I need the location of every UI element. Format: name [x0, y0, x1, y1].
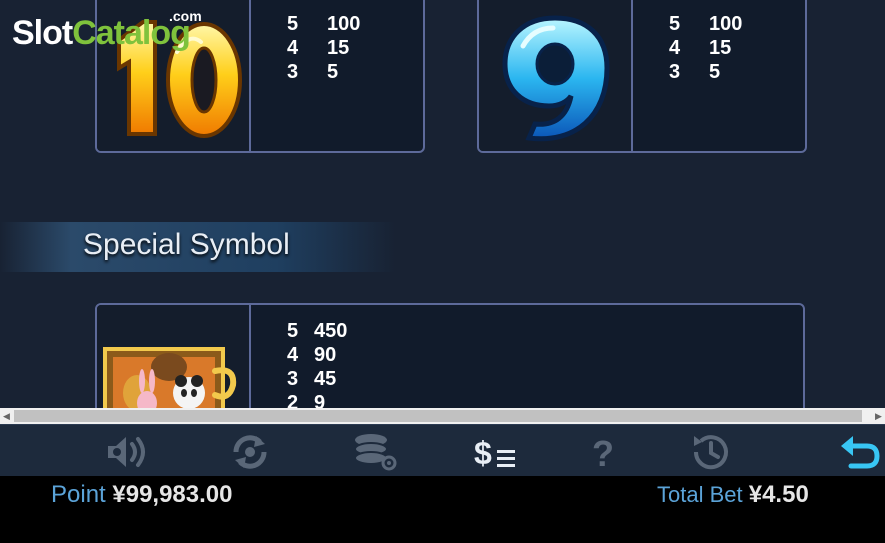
horizontal-scrollbar[interactable]: ◀ ▶ — [0, 408, 885, 424]
point-value: ¥99,983.00 — [112, 481, 233, 508]
back-button[interactable] — [834, 431, 884, 473]
symbol-nine-image — [502, 15, 610, 142]
symbol-special-cell — [97, 305, 251, 408]
special-symbol-heading: Special Symbol — [83, 228, 290, 261]
pay-row: 4 15 — [669, 36, 742, 60]
help-icon: ? — [592, 433, 614, 472]
total-bet-display: Total Bet ¥4.50 — [657, 481, 809, 509]
symbol-nine-cell — [479, 0, 633, 151]
scrollbar-thumb[interactable] — [14, 410, 862, 422]
help-button[interactable]: ? — [577, 431, 627, 473]
pay-count: 3 — [287, 368, 299, 390]
total-bet-value: ¥4.50 — [748, 481, 809, 508]
pay-value: 90 — [314, 344, 337, 366]
chips-icon — [354, 434, 397, 471]
logo-slot-text: Slot — [12, 14, 73, 52]
pay-count: 5 — [287, 13, 299, 35]
sound-icon — [108, 437, 145, 467]
pay-value: 100 — [327, 13, 361, 35]
status-bar: Point ¥99,983.00 Total Bet ¥4.50 — [0, 476, 885, 543]
pay-row: 3 45 — [287, 367, 347, 391]
pay-row: 5 100 — [669, 12, 742, 36]
pay-count: 2 — [287, 392, 299, 408]
special-symbol-image — [103, 347, 237, 408]
pay-row: 4 90 — [287, 343, 347, 367]
pay-value: 15 — [327, 37, 350, 59]
total-bet-label: Total Bet — [657, 482, 743, 507]
pay-value: 5 — [709, 61, 721, 83]
paytable-viewport[interactable]: 5 100 4 15 35 5 100 4 15 3 5 Special Sym… — [0, 0, 885, 408]
pay-row: 4 15 — [287, 36, 360, 60]
pay-value: 450 — [314, 320, 348, 342]
pay-row: 35 — [669, 60, 742, 84]
history-button[interactable] — [685, 431, 735, 473]
scroll-left-arrow-icon[interactable]: ◀ — [3, 411, 10, 422]
back-icon — [841, 436, 880, 469]
slotcatalog-logo: SlotCatalog .com — [12, 8, 202, 53]
pay-row: 35 — [287, 60, 360, 84]
pay-row: 5 100 — [287, 12, 360, 36]
pay-value: 45 — [314, 368, 337, 390]
paytable-icon: $ — [474, 435, 515, 471]
paytable-card-special: 5 450 4 90 3 45 29 — [95, 303, 805, 408]
sound-button[interactable] — [102, 431, 152, 473]
svg-text:$: $ — [474, 435, 492, 471]
scroll-right-arrow-icon[interactable]: ▶ — [875, 411, 882, 422]
pay-count: 5 — [287, 320, 299, 342]
pay-row: 5 450 — [287, 319, 347, 343]
pay-count: 5 — [669, 13, 681, 35]
logo-com-text: .com — [169, 8, 202, 24]
paytable-card-nine: 5 100 4 15 35 — [477, 0, 807, 153]
autoplay-icon — [233, 435, 267, 469]
autoplay-button[interactable] — [225, 431, 275, 473]
history-icon — [693, 435, 728, 470]
paytable-button[interactable]: $ — [470, 431, 520, 473]
pay-value: 9 — [314, 392, 326, 408]
pay-row: 29 — [287, 391, 347, 408]
pay-count: 3 — [669, 61, 681, 83]
pay-count: 3 — [287, 61, 299, 83]
pay-table-special: 5 450 4 90 3 45 29 — [287, 319, 347, 408]
chips-button[interactable] — [350, 431, 400, 473]
pay-table-ten: 5 100 4 15 35 — [287, 12, 360, 84]
pay-value: 100 — [709, 13, 743, 35]
pay-value: 15 — [709, 37, 732, 59]
point-display: Point ¥99,983.00 — [51, 481, 233, 509]
pay-count: 4 — [669, 37, 681, 59]
svg-text:?: ? — [592, 433, 614, 472]
bottom-toolbar: $ ? — [0, 424, 885, 477]
pay-count: 4 — [287, 344, 299, 366]
pay-table-nine: 5 100 4 15 35 — [669, 12, 742, 84]
pay-count: 4 — [287, 37, 299, 59]
point-label: Point — [51, 481, 106, 508]
pay-value: 5 — [327, 61, 339, 83]
